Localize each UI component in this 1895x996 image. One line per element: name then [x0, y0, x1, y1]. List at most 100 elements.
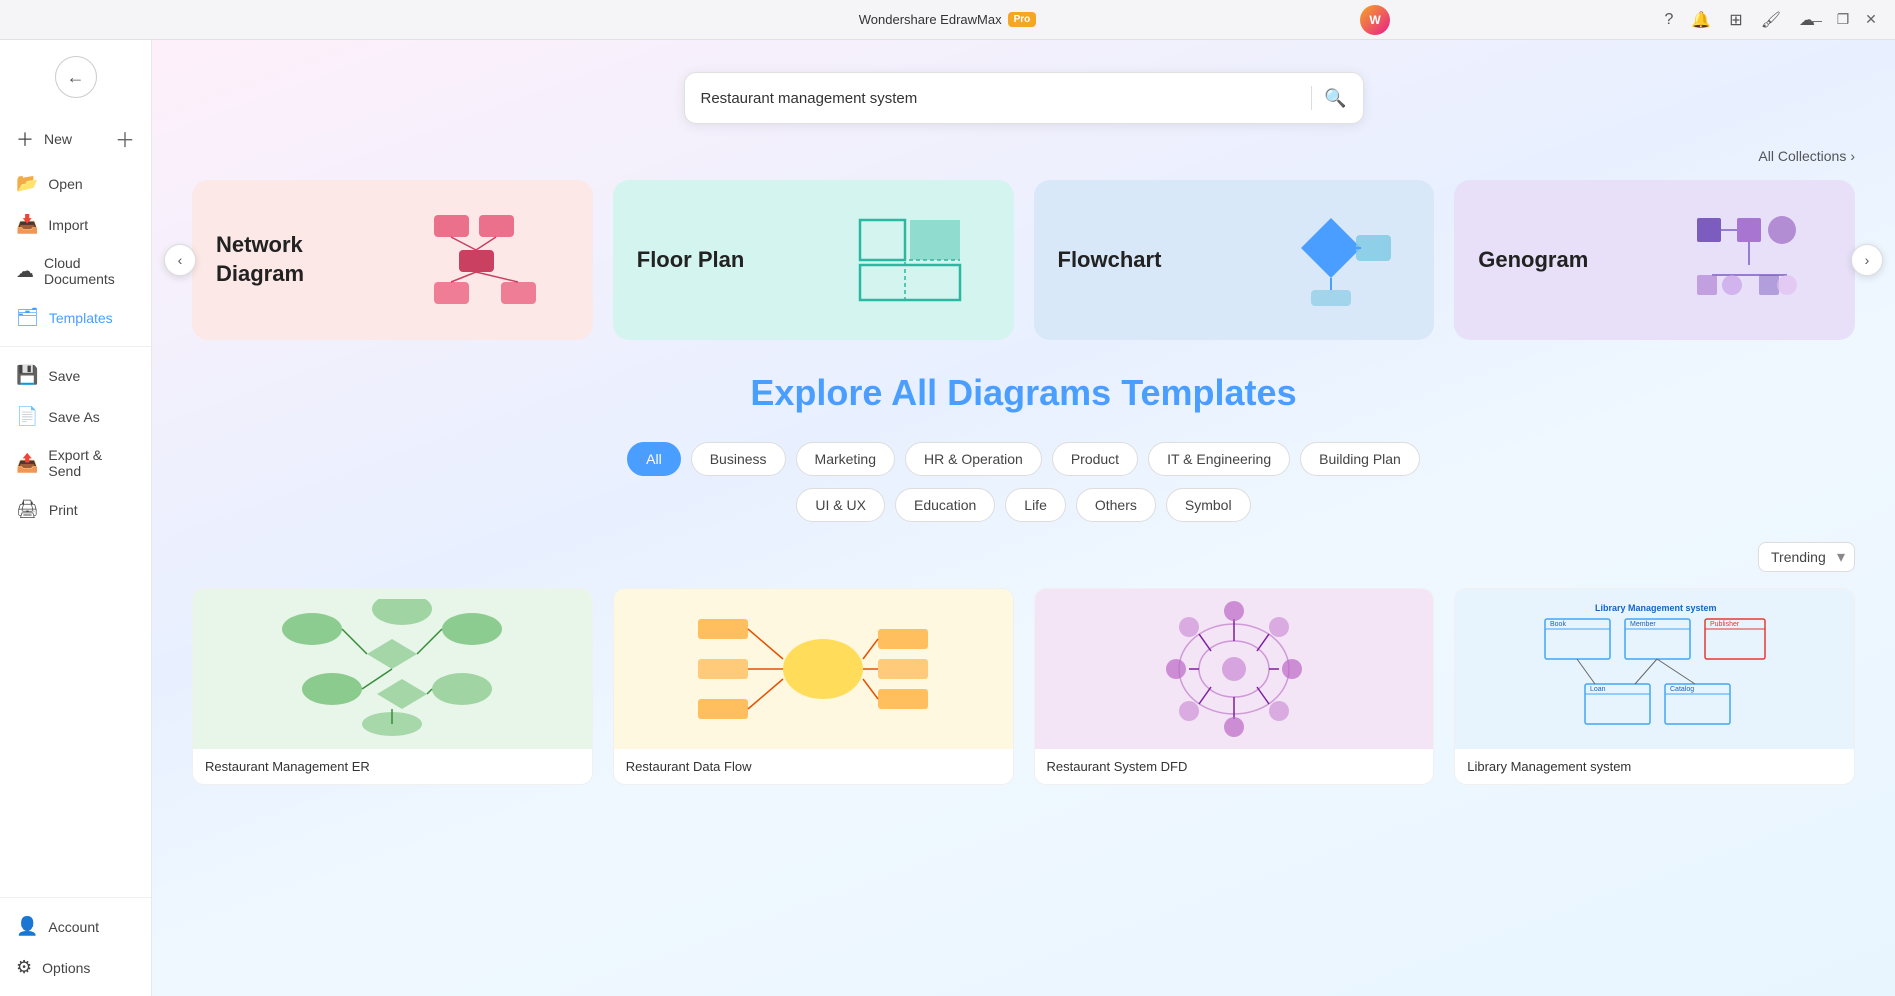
floor-plan-svg: [850, 210, 970, 310]
app-body: ← ＋ New ＋ 📂 Open 📥 Import ☁ Cloud Docume…: [0, 40, 1895, 996]
filter-btn-business[interactable]: Business: [691, 442, 786, 476]
sidebar-label-export: Export & Send: [48, 447, 135, 479]
template-img-svg-1: [272, 599, 512, 739]
carousel-section: ‹ Network Diagram: [152, 180, 1895, 340]
carousel-card-network[interactable]: Network Diagram: [192, 180, 593, 340]
back-button[interactable]: ←: [55, 56, 97, 98]
sidebar-item-save-as[interactable]: 📄 Save As: [0, 396, 151, 437]
template-card-3[interactable]: Restaurant System DFD: [1034, 588, 1435, 785]
sidebar-label-cloud: Cloud Documents: [44, 255, 135, 287]
carousel-card-floor[interactable]: Floor Plan: [613, 180, 1014, 340]
filter-btn-others[interactable]: Others: [1076, 488, 1156, 522]
filter-btn-hr[interactable]: HR & Operation: [905, 442, 1042, 476]
template-card-1[interactable]: Restaurant Management ER: [192, 588, 593, 785]
sort-wrapper: Trending Newest Popular: [1758, 542, 1855, 572]
filter-row-1: All Business Marketing HR & Operation Pr…: [192, 442, 1855, 476]
carousel-card-flowchart[interactable]: Flowchart: [1034, 180, 1435, 340]
pro-badge: Pro: [1008, 12, 1037, 27]
search-input[interactable]: [701, 90, 1300, 107]
explore-section: Explore All Diagrams Templates All Busin…: [152, 372, 1895, 825]
carousel-card-genogram[interactable]: Genogram: [1454, 180, 1855, 340]
sidebar-item-export[interactable]: 📤 Export & Send: [0, 437, 151, 489]
search-box: 🔍: [684, 72, 1364, 124]
filter-btn-marketing[interactable]: Marketing: [796, 442, 895, 476]
sidebar-bottom: 👤 Account ⚙ Options: [0, 897, 151, 988]
filter-btn-ui[interactable]: UI & UX: [796, 488, 885, 522]
template-card-img-1: [193, 589, 592, 749]
import-icon: 📥: [16, 214, 38, 235]
sidebar-item-new[interactable]: ＋ New ＋: [0, 114, 151, 163]
print-icon: 🖨: [16, 499, 39, 520]
all-collections-link[interactable]: All Collections ›: [1758, 148, 1855, 164]
titlebar-icon-group: ? 🔔 ⊞ 🖌 ☁: [1664, 10, 1815, 30]
sidebar-item-cloud[interactable]: ☁ Cloud Documents: [0, 245, 151, 297]
avatar[interactable]: W: [1360, 5, 1390, 35]
sidebar-item-templates[interactable]: 🗂 Templates: [0, 297, 151, 338]
filter-btn-product[interactable]: Product: [1052, 442, 1138, 476]
sidebar-item-save[interactable]: 💾 Save: [0, 355, 151, 396]
notification-icon[interactable]: 🔔: [1691, 10, 1711, 30]
user-avatar[interactable]: W: [1360, 5, 1390, 35]
sidebar-divider: [0, 346, 151, 347]
sidebar-item-import[interactable]: 📥 Import: [0, 204, 151, 245]
template-grid: Restaurant Management ER: [192, 588, 1855, 825]
explore-title: Explore All Diagrams Templates: [192, 372, 1855, 414]
save-as-icon: 📄: [16, 406, 38, 427]
filter-btn-it[interactable]: IT & Engineering: [1148, 442, 1290, 476]
sidebar-label-options: Options: [42, 960, 90, 976]
sidebar-label-templates: Templates: [49, 310, 113, 326]
explore-title-plain: Explore: [750, 372, 882, 413]
template-card-2[interactable]: Restaurant Data Flow: [613, 588, 1014, 785]
filter-btn-education[interactable]: Education: [895, 488, 995, 522]
sidebar-label-new: New: [44, 131, 72, 147]
collections-header: All Collections ›: [152, 148, 1895, 180]
template-img-svg-4: Library Management system Book Member Pu…: [1535, 599, 1775, 739]
filter-btn-symbol[interactable]: Symbol: [1166, 488, 1251, 522]
template-card-img-3: [1035, 589, 1434, 749]
new-icon: ＋: [16, 126, 34, 152]
theme-icon[interactable]: 🖌: [1761, 10, 1781, 30]
sort-select[interactable]: Trending Newest Popular: [1758, 542, 1855, 572]
help-icon[interactable]: ?: [1664, 11, 1673, 29]
carousel-card-title-floor: Floor Plan: [637, 246, 745, 275]
search-area: 🔍: [152, 40, 1895, 148]
restore-button[interactable]: ❐: [1835, 12, 1851, 28]
window-controls: — ❐ ✕: [1807, 12, 1879, 28]
svg-text:Book: Book: [1550, 621, 1566, 628]
sidebar-item-options[interactable]: ⚙ Options: [0, 947, 151, 988]
close-button[interactable]: ✕: [1863, 12, 1879, 28]
export-icon: 📤: [16, 453, 38, 474]
carousel-next-button[interactable]: ›: [1851, 244, 1883, 276]
template-card-4[interactable]: Library Management system Book Member Pu…: [1454, 588, 1855, 785]
search-button[interactable]: 🔍: [1324, 88, 1346, 109]
svg-text:Publisher: Publisher: [1710, 621, 1740, 628]
filter-btn-life[interactable]: Life: [1005, 488, 1066, 522]
template-card-label-1: Restaurant Management ER: [193, 749, 592, 784]
template-card-label-2: Restaurant Data Flow: [614, 749, 1013, 784]
grid-icon[interactable]: ⊞: [1729, 10, 1742, 30]
titlebar: Wondershare EdrawMax Pro W ? 🔔 ⊞ 🖌 ☁ — ❐…: [0, 0, 1895, 40]
template-img-svg-2: [693, 599, 933, 739]
flowchart-svg: [1266, 210, 1396, 310]
sidebar-item-print[interactable]: 🖨 Print: [0, 489, 151, 530]
carousel-card-img-floor: [831, 200, 990, 320]
filter-btn-all[interactable]: All: [627, 442, 681, 476]
filter-btn-building[interactable]: Building Plan: [1300, 442, 1420, 476]
carousel-card-img-network: [410, 200, 569, 320]
minimize-button[interactable]: —: [1807, 12, 1823, 28]
sidebar-item-open[interactable]: 📂 Open: [0, 163, 151, 204]
svg-text:Loan: Loan: [1590, 686, 1606, 693]
sidebar: ← ＋ New ＋ 📂 Open 📥 Import ☁ Cloud Docume…: [0, 40, 152, 996]
carousel-prev-button[interactable]: ‹: [164, 244, 196, 276]
sidebar-label-save-as: Save As: [48, 409, 99, 425]
sidebar-item-account[interactable]: 👤 Account: [0, 906, 151, 947]
app-title-area: Wondershare EdrawMax Pro: [859, 12, 1037, 27]
carousel-track: Network Diagram: [192, 180, 1855, 340]
svg-text:Catalog: Catalog: [1670, 686, 1694, 693]
save-icon: 💾: [16, 365, 38, 386]
sidebar-label-save: Save: [48, 368, 80, 384]
template-card-img-2: [614, 589, 1013, 749]
new-plus-icon: ＋: [115, 124, 135, 153]
svg-text:Member: Member: [1630, 621, 1656, 628]
sidebar-label-account: Account: [48, 919, 99, 935]
